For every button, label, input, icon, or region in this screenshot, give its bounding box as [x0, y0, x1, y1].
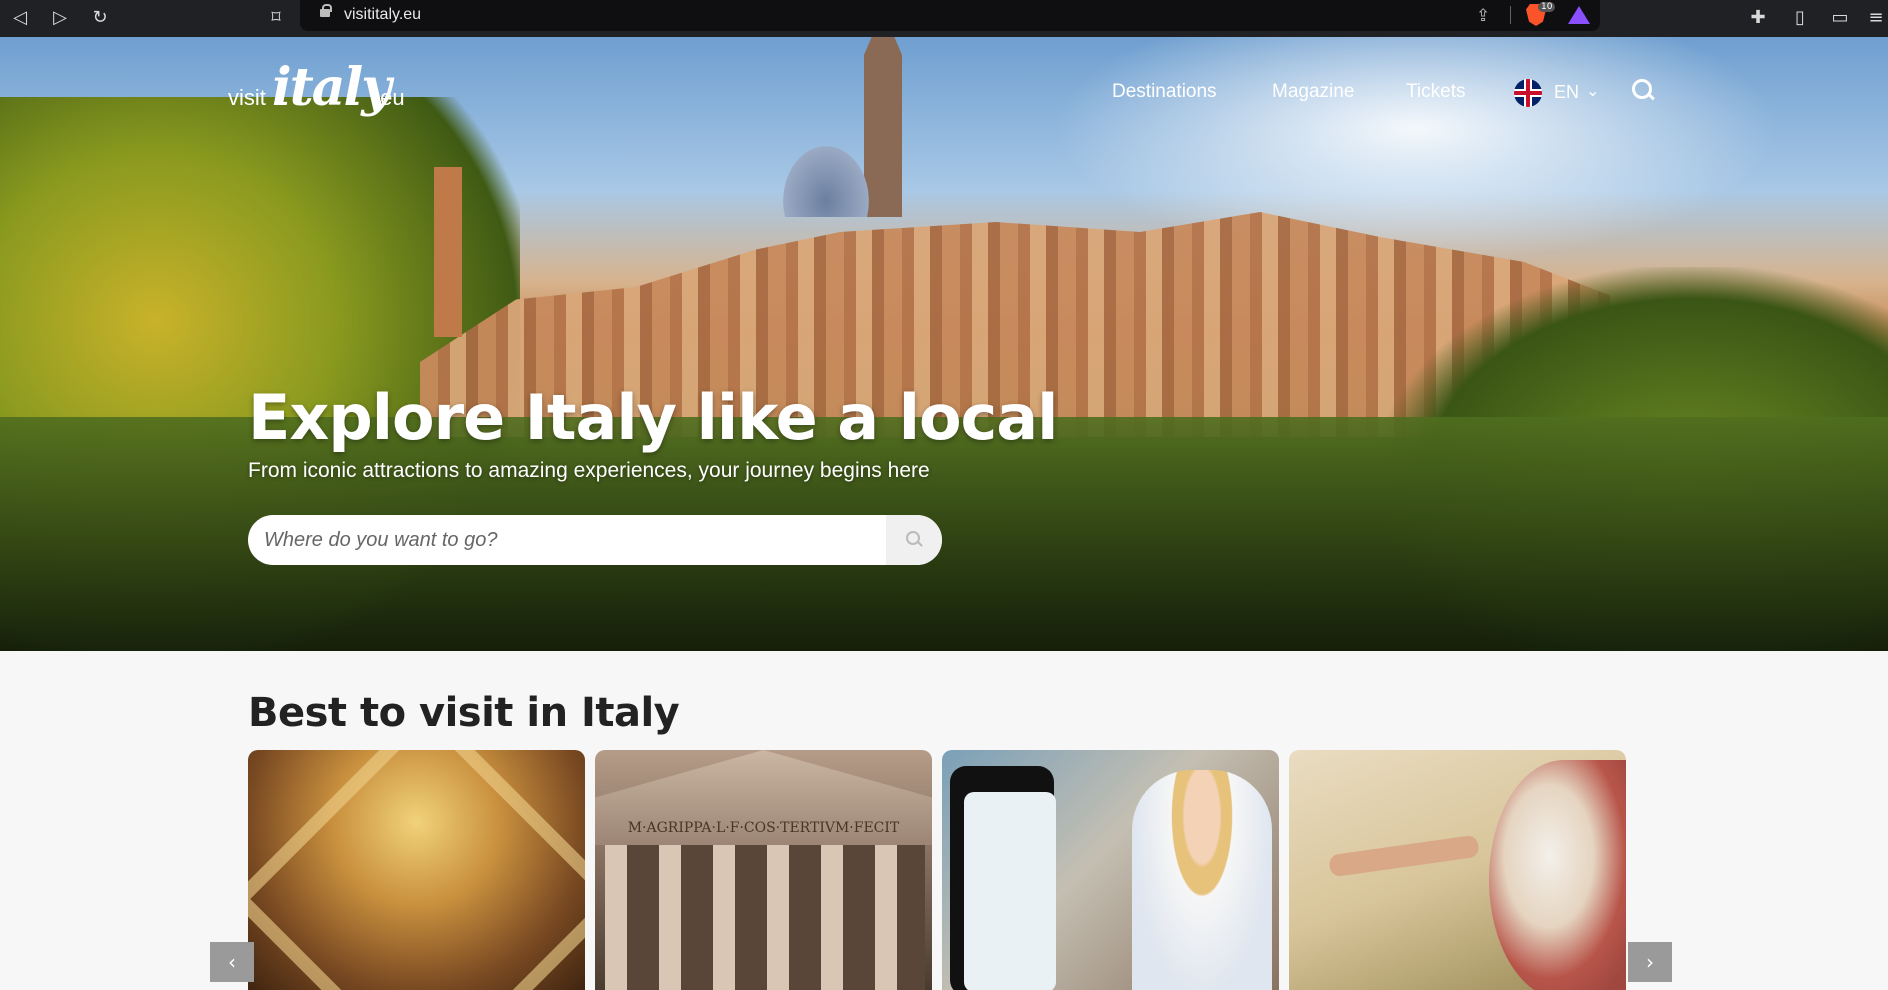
hero-banner: visit italy .eu Destinations Magazine Ti… [0, 37, 1888, 651]
nav-tickets[interactable]: Tickets [1406, 81, 1465, 103]
language-selector[interactable]: EN ⌄ [1514, 79, 1634, 109]
card-pantheon[interactable]: M·AGRIPPA·L·F·COS·TERTIVM·FECIT [595, 750, 932, 990]
extensions-icon[interactable]: ✚ [1744, 4, 1772, 32]
language-code: EN [1554, 82, 1580, 102]
lock-icon [320, 4, 332, 20]
card-vatican-ceiling[interactable] [248, 750, 585, 990]
pantheon-columns [605, 845, 925, 990]
destination-search-input[interactable] [248, 515, 888, 565]
address-bar[interactable]: visititaly.eu ⇪ 10 [300, 0, 1600, 31]
phone-screen [964, 792, 1056, 990]
sidebar-icon[interactable]: ▯ [1786, 4, 1814, 32]
search-submit-button[interactable] [886, 515, 942, 565]
brave-rewards-icon[interactable] [1568, 6, 1590, 24]
back-icon[interactable]: ◁ [6, 4, 34, 32]
carousel-next-button[interactable]: › [1628, 942, 1672, 982]
menu-icon[interactable]: ≡ [1862, 4, 1888, 32]
wallet-icon[interactable]: ▭ [1826, 4, 1854, 32]
chevron-down-icon: ⌄ [1586, 81, 1600, 100]
hero-subline: From iconic attractions to amazing exper… [248, 459, 930, 482]
nav-destinations[interactable]: Destinations [1112, 81, 1217, 103]
uk-flag-icon [1514, 79, 1542, 107]
nav-magazine[interactable]: Magazine [1272, 81, 1354, 103]
phone-image [950, 766, 1056, 990]
shield-count-badge: 10 [1538, 2, 1556, 12]
pantheon-inscription: M·AGRIPPA·L·F·COS·TERTIVM·FECIT [627, 820, 900, 836]
card-app-traveller[interactable] [942, 750, 1279, 990]
destination-search [248, 515, 942, 565]
section-title: Best to visit in Italy [248, 690, 680, 736]
hero-dome [776, 137, 876, 217]
hero-headline: Explore Italy like a local [248, 381, 1058, 454]
browser-toolbar: ◁ ▷ ↻ ⌑ visititaly.eu ⇪ 10 ✚ ▯ ▭ ≡ [0, 0, 1888, 37]
site-nav: visit italy .eu Destinations Magazine Ti… [0, 37, 1888, 137]
divider [1510, 6, 1511, 24]
hero-tower-small [434, 167, 462, 337]
logo-main: italy [272, 57, 391, 118]
search-icon[interactable] [1632, 79, 1656, 103]
forward-icon[interactable]: ▷ [46, 4, 74, 32]
logo-prefix: visit [228, 85, 266, 110]
god-figure [1489, 760, 1626, 990]
adam-arm [1328, 834, 1480, 878]
logo-suffix: .eu [374, 85, 405, 110]
traveller-image [1132, 770, 1272, 990]
url-text[interactable]: visititaly.eu [344, 6, 421, 24]
card-creation-of-adam[interactable] [1289, 750, 1626, 990]
bookmark-icon[interactable]: ⌑ [262, 4, 290, 32]
reload-icon[interactable]: ↻ [86, 4, 114, 32]
carousel-prev-button[interactable]: ‹ [210, 942, 254, 982]
share-icon[interactable]: ⇪ [1476, 6, 1490, 26]
